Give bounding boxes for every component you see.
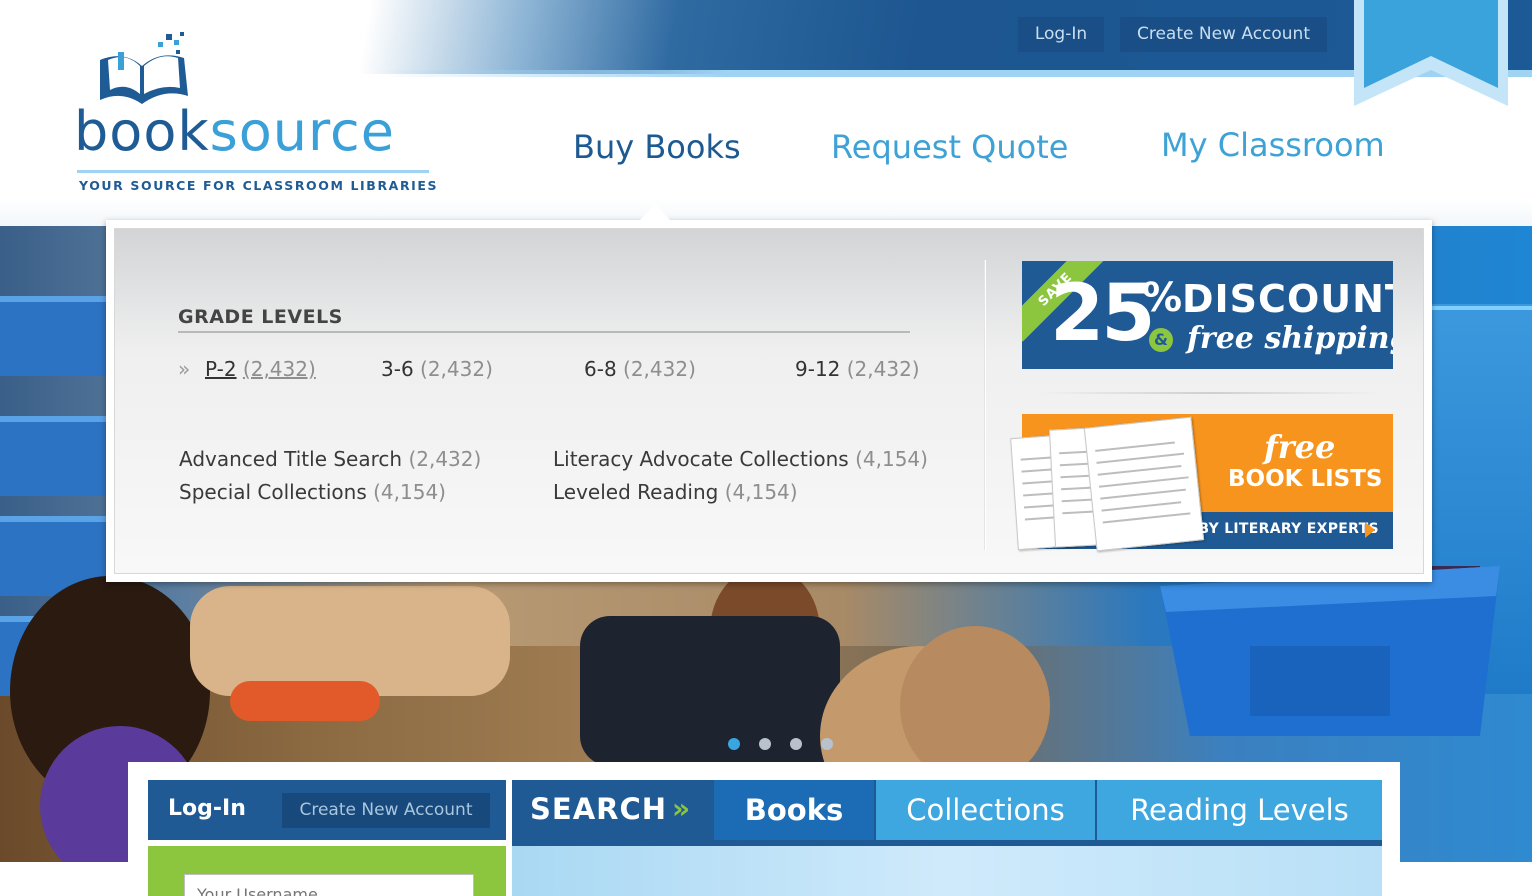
- shelf-bin: [0, 416, 110, 496]
- grade-label: P-2: [205, 357, 237, 381]
- grade-count: (2,432): [242, 357, 316, 381]
- search-tab-collections[interactable]: Collections: [876, 780, 1095, 840]
- grade-link-p2[interactable]: P-2 (2,432): [205, 357, 316, 381]
- free-shipping-text: free shipping!: [1187, 321, 1393, 356]
- discount-promo-banner[interactable]: SAVE 25 % DISCOUNT & free shipping!: [1022, 261, 1393, 369]
- discount-word: DISCOUNT: [1182, 277, 1393, 321]
- orange-chair: [230, 681, 380, 721]
- link-count: (2,432): [408, 447, 482, 471]
- carousel-dot[interactable]: [759, 738, 771, 750]
- grade-link-9-12[interactable]: 9-12 (2,432): [795, 357, 920, 381]
- link-label: Literacy Advocate Collections: [553, 447, 849, 471]
- link-label: Leveled Reading: [553, 480, 719, 504]
- created-by-experts-text: CREATED BY LITERARY EXPERTS: [1120, 521, 1379, 537]
- search-arrows-icon: »: [672, 792, 691, 825]
- search-panel-body: [512, 846, 1382, 896]
- play-arrow-icon: [1365, 522, 1375, 538]
- link-count: (4,154): [855, 447, 928, 471]
- login-panel-title: Log-In: [168, 796, 246, 821]
- grade-link-3-6[interactable]: 3-6 (2,432): [381, 357, 493, 381]
- nav-buy-books[interactable]: Buy Books: [573, 128, 741, 166]
- booksource-logo[interactable]: booksource YOUR SOURCE FOR CLASSROOM LIB…: [74, 30, 437, 200]
- discount-number: 25: [1050, 269, 1156, 359]
- grade-levels-heading: GRADE LEVELS: [178, 306, 343, 328]
- logo-tagline: YOUR SOURCE FOR CLASSROOM LIBRARIES: [79, 178, 439, 193]
- carousel-dot[interactable]: [821, 738, 833, 750]
- open-book-icon: [100, 32, 188, 104]
- carousel-dots: [728, 738, 838, 750]
- leveled-reading-link[interactable]: Leveled Reading (4,154): [553, 480, 798, 504]
- login-panel-create-account-button[interactable]: Create New Account: [282, 793, 490, 828]
- bookmark-ribbon-icon: [1354, 0, 1508, 106]
- carousel-dot[interactable]: [790, 738, 802, 750]
- dropdown-divider: [984, 260, 986, 550]
- teacher-figure: [190, 586, 510, 696]
- nav-request-quote[interactable]: Request Quote: [831, 128, 1068, 166]
- promo-separator: [1040, 392, 1380, 394]
- dropdown-caret: [639, 204, 671, 221]
- grade-marker-icon: »: [178, 357, 191, 381]
- grade-count: (2,432): [623, 357, 696, 381]
- search-label: SEARCH: [530, 792, 668, 826]
- logo-rule: [77, 170, 429, 173]
- grade-count: (2,432): [420, 357, 493, 381]
- free-text: free: [1264, 428, 1336, 466]
- username-input[interactable]: [184, 874, 474, 896]
- link-label: Special Collections: [179, 480, 367, 504]
- grade-label: 6-8: [584, 357, 617, 381]
- link-label: Advanced Title Search: [179, 447, 403, 471]
- logo-word-source: source: [209, 100, 395, 163]
- logo-word-book: book: [74, 100, 210, 163]
- book-bin-icon: [1160, 566, 1500, 736]
- grade-label: 9-12: [795, 357, 841, 381]
- grade-link-6-8[interactable]: 6-8 (2,432): [584, 357, 696, 381]
- link-count: (4,154): [724, 480, 798, 504]
- discount-percent: %: [1142, 275, 1183, 321]
- header-login-button[interactable]: Log-In: [1018, 17, 1104, 52]
- nav-my-classroom[interactable]: My Classroom: [1161, 126, 1385, 164]
- ampersand-badge: &: [1149, 328, 1173, 352]
- book-lists-text: BOOK LISTS: [1228, 466, 1383, 492]
- special-collections-link[interactable]: Special Collections (4,154): [179, 480, 446, 504]
- shelf-bin: [0, 296, 110, 376]
- header-create-account-button[interactable]: Create New Account: [1120, 17, 1327, 52]
- advanced-title-search-link[interactable]: Advanced Title Search (2,432): [179, 447, 481, 471]
- link-count: (4,154): [373, 480, 446, 504]
- book-lists-promo-banner[interactable]: free BOOK LISTS CREATED BY LITERARY EXPE…: [1010, 414, 1393, 552]
- literacy-advocate-collections-link[interactable]: Literacy Advocate Collections (4,154): [553, 447, 928, 471]
- grade-label: 3-6: [381, 357, 414, 381]
- carousel-dot[interactable]: [728, 738, 740, 750]
- grade-count: (2,432): [846, 357, 920, 381]
- heading-rule: [178, 331, 910, 333]
- search-tab-books[interactable]: Books: [714, 780, 874, 840]
- logo-wordmark: booksource: [74, 100, 395, 163]
- search-tab-reading-levels[interactable]: Reading Levels: [1097, 780, 1382, 840]
